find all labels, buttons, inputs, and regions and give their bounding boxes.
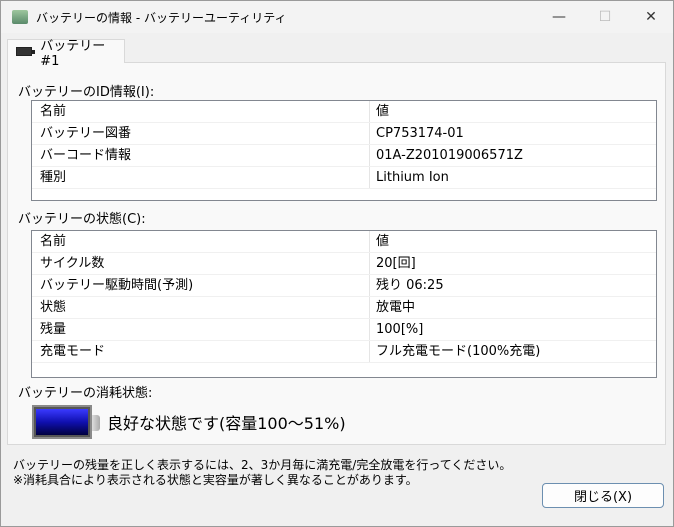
minimize-button[interactable]: — [536,1,582,33]
list-item[interactable]: バッテリー図番CP753174-01 [32,123,656,145]
item-value: 放電中 [370,297,415,319]
item-value: Lithium Ion [370,167,449,189]
item-value: 100[%] [370,319,423,341]
wear-label: バッテリーの消耗状態: [18,382,152,401]
item-name: バーコード情報 [32,145,370,166]
item-name: サイクル数 [32,253,370,274]
status-section-label: バッテリーの状態(C): [18,208,146,227]
battery-health-icon [32,405,92,439]
list-item[interactable]: バーコード情報01A-Z201019006571Z [32,145,656,167]
item-name: 充電モード [32,341,370,362]
close-button[interactable]: 閉じる(X) [542,483,664,508]
header-name[interactable]: 名前 [32,101,370,122]
list-item[interactable]: サイクル数20[回] [32,253,656,275]
header-name[interactable]: 名前 [32,231,370,252]
window-title: バッテリーの情報 - バッテリーユーティリティ [36,9,287,26]
header-value[interactable]: 値 [370,231,389,253]
item-name: バッテリー駆動時間(予測) [32,275,370,296]
list-item[interactable]: 残量100[%] [32,319,656,341]
battery-info-window: バッテリーの情報 - バッテリーユーティリティ — ☐ ✕ バッテリー #1 バ… [0,0,674,527]
battery-icon [16,47,32,56]
list-header: 名前値 [32,101,656,123]
app-icon [12,10,28,24]
item-name: 残量 [32,319,370,340]
tab-label: バッテリー #1 [40,35,124,69]
status-list[interactable]: 名前値 サイクル数20[回] バッテリー駆動時間(予測)残り 06:25 状態放… [31,230,657,378]
item-name: 種別 [32,167,370,188]
item-name: バッテリー図番 [32,123,370,144]
header-value[interactable]: 値 [370,101,389,123]
maximize-button[interactable]: ☐ [582,1,628,33]
id-section-label: バッテリーのID情報(I): [18,81,154,100]
item-value: フル充電モード(100%充電) [370,341,540,363]
id-info-list[interactable]: 名前値 バッテリー図番CP753174-01 バーコード情報01A-Z20101… [31,100,657,201]
list-item[interactable]: 状態放電中 [32,297,656,319]
list-item[interactable]: 種別Lithium Ion [32,167,656,189]
item-value: CP753174-01 [370,123,464,145]
note-line-2: ※消耗具合により表示される状態と実容量が著しく異なることがあります。 [13,471,418,488]
item-value: 20[回] [370,253,416,275]
item-value: 01A-Z201019006571Z [370,145,523,167]
wear-status: 良好な状態です(容量100〜51%) [107,410,346,434]
list-item[interactable]: 充電モードフル充電モード(100%充電) [32,341,656,363]
close-window-button[interactable]: ✕ [628,1,674,33]
list-item[interactable]: バッテリー駆動時間(予測)残り 06:25 [32,275,656,297]
tab-battery-1[interactable]: バッテリー #1 [7,39,125,63]
list-header: 名前値 [32,231,656,253]
title-bar: バッテリーの情報 - バッテリーユーティリティ — ☐ ✕ [1,1,673,33]
item-name: 状態 [32,297,370,318]
item-value: 残り 06:25 [370,275,444,297]
